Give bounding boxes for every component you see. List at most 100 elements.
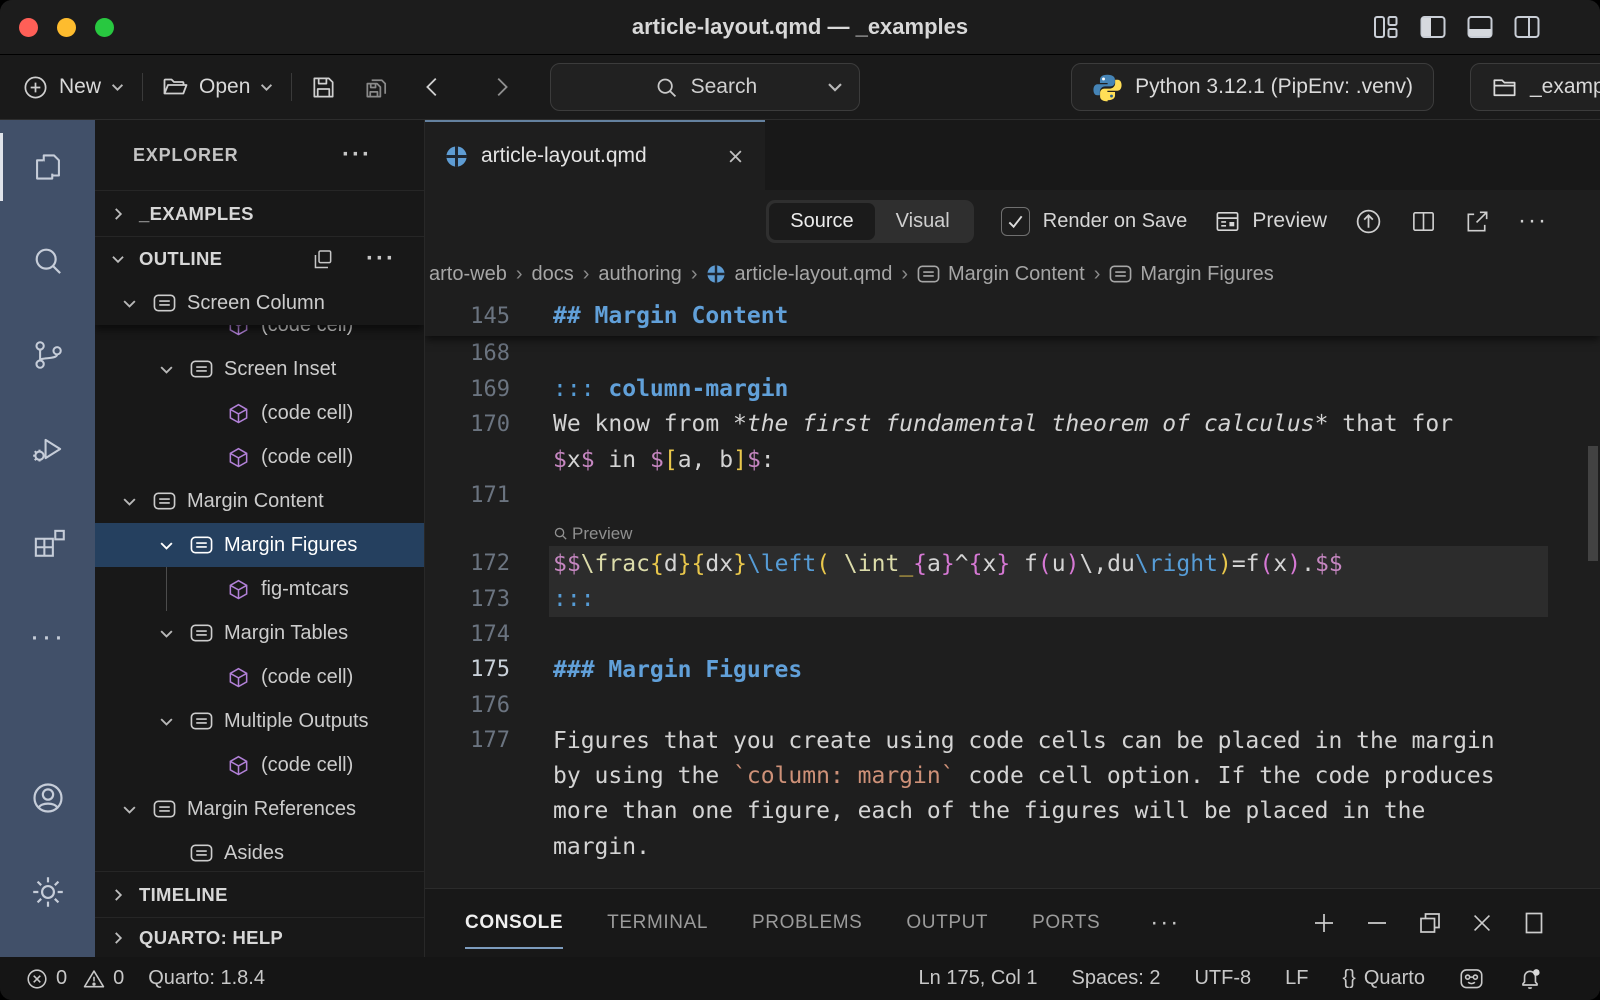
navigate-forward-icon[interactable]: [488, 74, 514, 100]
outline-item-fig-mtcars[interactable]: fig-mtcars: [95, 567, 424, 611]
editor-scrollbar[interactable]: [1588, 446, 1598, 561]
sidebar-section-timeline[interactable]: TIMELINE: [95, 871, 424, 917]
outline-item-margin-tables[interactable]: Margin Tables: [95, 611, 424, 655]
codelens-preview[interactable]: Preview: [553, 524, 632, 544]
notifications-bell-icon[interactable]: [1518, 967, 1542, 991]
sticky-scroll-line[interactable]: 145 ## Margin Content: [425, 296, 1600, 336]
sidebar-section-examples[interactable]: _EXAMPLES: [95, 190, 424, 236]
panel-tab-ports[interactable]: PORTS: [1032, 889, 1100, 957]
minimize-panel-icon[interactable]: [1363, 909, 1391, 937]
explorer-more-icon[interactable]: ···: [342, 150, 372, 160]
activity-source-control[interactable]: [0, 308, 95, 402]
feedback-smiley-icon[interactable]: [1459, 966, 1484, 991]
code-line[interactable]: by using the `column: margin` code cell …: [425, 758, 1600, 793]
quarto-version-status[interactable]: Quarto: 1.8.4: [148, 967, 265, 990]
code-line[interactable]: more than one figure, each of the figure…: [425, 794, 1600, 829]
code-line[interactable]: 173:::: [425, 581, 1600, 616]
activity-settings[interactable]: [0, 845, 95, 939]
chevron-down-icon[interactable]: [157, 536, 190, 555]
restore-panel-icon[interactable]: [1416, 909, 1444, 937]
code-line[interactable]: 174: [425, 617, 1600, 652]
cursor-position-status[interactable]: Ln 175, Col 1: [919, 967, 1038, 990]
outline-item-code-cell[interactable]: (code cell): [95, 325, 424, 347]
navigate-back-icon[interactable]: [420, 74, 446, 100]
code-line[interactable]: 177Figures that you create using code ce…: [425, 723, 1600, 758]
save-icon[interactable]: [310, 74, 337, 101]
code-line[interactable]: 175### Margin Figures: [425, 652, 1600, 687]
activity-explorer[interactable]: [0, 120, 95, 214]
code-line[interactable]: 172$$\frac{d}{dx}\left( \int_{a}^{x} f(u…: [425, 546, 1600, 581]
save-all-icon[interactable]: [363, 74, 390, 101]
chevron-down-icon[interactable]: [157, 360, 190, 379]
global-search-input[interactable]: Search: [550, 63, 860, 111]
indentation-status[interactable]: Spaces: 2: [1072, 967, 1161, 990]
render-on-save[interactable]: Render on Save: [1001, 207, 1188, 236]
minimize-window-button[interactable]: [57, 18, 76, 37]
collapse-all-icon[interactable]: [311, 247, 336, 272]
activity-account[interactable]: [0, 751, 95, 845]
outline-item-margin-references[interactable]: Margin References: [95, 787, 424, 831]
outline-item-margin-figures[interactable]: Margin Figures: [95, 523, 424, 567]
tab-article-layout[interactable]: article-layout.qmd: [425, 120, 765, 190]
sidebar-section-quarto-help[interactable]: QUARTO: HELP: [95, 917, 424, 957]
panel-tab-output[interactable]: OUTPUT: [906, 889, 988, 957]
code-line[interactable]: 169::: column-margin: [425, 371, 1600, 406]
breadcrumb-docs[interactable]: docs: [531, 263, 573, 286]
zoom-window-button[interactable]: [95, 18, 114, 37]
outline-item-multiple-outputs[interactable]: Multiple Outputs: [95, 699, 424, 743]
outline-item-screen-inset[interactable]: Screen Inset: [95, 347, 424, 391]
outline-item-code-cell[interactable]: (code cell): [95, 743, 424, 787]
close-panel-icon[interactable]: [1469, 910, 1495, 936]
problems-status[interactable]: 0 0: [26, 967, 124, 990]
code-line[interactable]: 176: [425, 688, 1600, 723]
toggle-sidebar-icon[interactable]: [1418, 12, 1448, 42]
language-mode-status[interactable]: {} Quarto: [1342, 967, 1425, 990]
interpreter-selector[interactable]: Python 3.12.1 (PipEnv: .venv): [1071, 63, 1434, 111]
checkbox-checked-icon[interactable]: [1001, 207, 1030, 236]
code-line[interactable]: 168: [425, 336, 1600, 371]
encoding-status[interactable]: UTF-8: [1194, 967, 1251, 990]
close-window-button[interactable]: [19, 18, 38, 37]
open-button[interactable]: Open: [161, 73, 273, 101]
chevron-down-icon[interactable]: [157, 712, 190, 731]
code-editor[interactable]: 145 ## Margin Content 168169::: column-m…: [425, 296, 1600, 888]
activity-more[interactable]: ···: [0, 590, 95, 684]
code-line[interactable]: 170We know from *the first fundamental t…: [425, 407, 1600, 442]
panel-tab-problems[interactable]: PROBLEMS: [752, 889, 862, 957]
workspace-button[interactable]: _examples: [1470, 63, 1600, 111]
mode-visual-button[interactable]: Visual: [875, 203, 971, 240]
outline-item-code-cell[interactable]: (code cell): [95, 435, 424, 479]
code-line[interactable]: $x$ in $[a, b]$:: [425, 442, 1600, 477]
breadcrumb-margin-content[interactable]: Margin Content: [917, 263, 1085, 286]
editor-more-icon[interactable]: ···: [1518, 216, 1548, 226]
panel-more-icon[interactable]: ···: [1150, 918, 1180, 928]
outline-item-asides[interactable]: Asides: [95, 831, 424, 871]
plus-icon[interactable]: [1310, 909, 1338, 937]
chevron-down-icon[interactable]: [120, 294, 153, 313]
outline-item-code-cell[interactable]: (code cell): [95, 655, 424, 699]
eol-status[interactable]: LF: [1285, 967, 1308, 990]
chevron-down-icon[interactable]: [157, 624, 190, 643]
customize-layout-icon[interactable]: [1371, 12, 1401, 42]
toggle-secondary-sidebar-icon[interactable]: [1512, 12, 1542, 42]
breadcrumb-authoring[interactable]: authoring: [598, 263, 681, 286]
new-button[interactable]: New: [22, 74, 124, 101]
sidebar-section-outline[interactable]: OUTLINE ···: [95, 236, 424, 281]
panel-tab-console[interactable]: CONSOLE: [465, 889, 563, 957]
panel-layout-icon[interactable]: [1520, 909, 1548, 937]
activity-search[interactable]: [0, 214, 95, 308]
close-tab-icon[interactable]: [726, 147, 745, 166]
publish-icon[interactable]: [1354, 207, 1383, 236]
breadcrumb-article-layout-qmd[interactable]: article-layout.qmd: [706, 263, 892, 286]
breadcrumb-margin-figures[interactable]: Margin Figures: [1109, 263, 1273, 286]
outline-item-margin-content[interactable]: Margin Content: [95, 479, 424, 523]
chevron-down-icon[interactable]: [120, 492, 153, 511]
outline-more-icon[interactable]: ···: [366, 254, 396, 264]
preview-button[interactable]: Preview: [1214, 208, 1327, 235]
mode-source-button[interactable]: Source: [769, 203, 874, 240]
outline-item-code-cell[interactable]: (code cell): [95, 391, 424, 435]
outline-item-screen-column[interactable]: Screen Column: [95, 281, 424, 325]
open-in-new-window-icon[interactable]: [1464, 208, 1491, 235]
activity-extensions[interactable]: [0, 496, 95, 590]
code-line[interactable]: margin.: [425, 829, 1600, 864]
